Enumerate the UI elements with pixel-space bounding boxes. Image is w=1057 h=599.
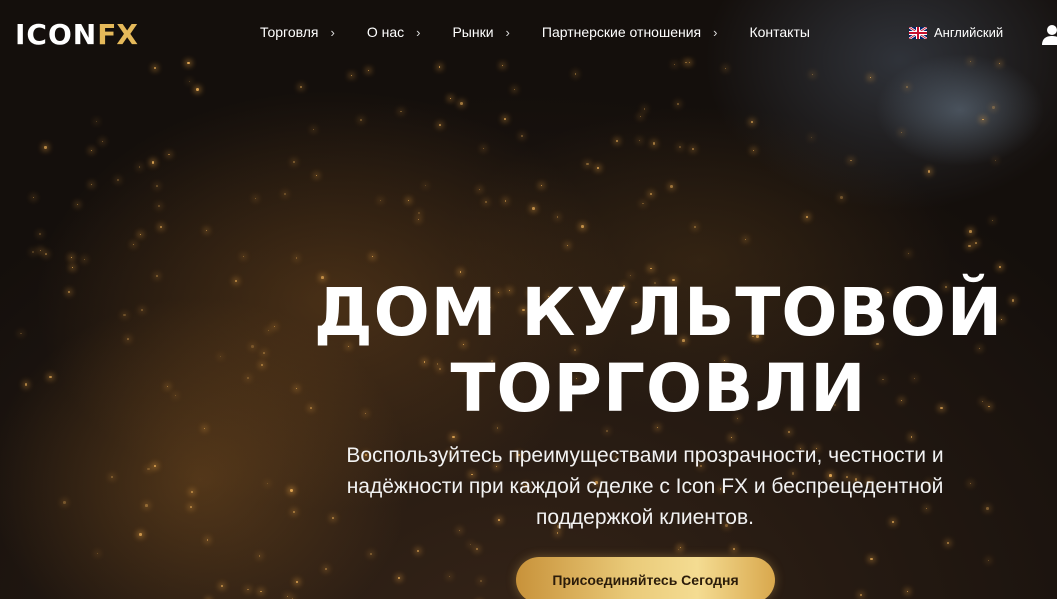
user-icon[interactable] [1040,22,1057,46]
chevron-right-icon: › [713,24,718,40]
nav-item-label: Торговля [260,24,319,40]
nav-item-partnerships[interactable]: Партнерские отношения › [542,24,718,40]
chevron-right-icon: › [416,24,421,40]
chevron-right-icon: › [330,24,335,40]
logo-text-icon: ICON [15,17,98,51]
iconfx-logo[interactable]: ICON FX [15,17,138,51]
nav-item-about[interactable]: О нас › [367,24,421,40]
nav-item-contacts[interactable]: Контакты [749,24,809,40]
hero-headline: ДОМ КУЛЬТОВОЙ ТОРГОВЛИ [0,275,1057,427]
main-nav: Торговля › О нас › Рынки › Партнерские о… [260,24,810,40]
nav-item-trading[interactable]: Торговля › [260,24,335,40]
headline-line-1: ДОМ КУЛЬТОВОЙ [313,274,1004,351]
language-label: Английский [934,25,1004,40]
join-today-button[interactable]: Присоединяйтесь Сегодня [516,557,775,599]
nav-item-label: Рынки [452,24,494,40]
nav-item-label: Партнерские отношения [541,24,702,40]
headline-line-2: ТОРГОВЛИ [450,350,867,427]
chevron-right-icon: › [505,24,510,40]
hero-subtitle: Воспользуйтесь преимуществами прозрачнос… [346,444,944,529]
language-selector[interactable]: Английский [909,25,1003,40]
nav-item-label: О нас [366,24,405,40]
nav-item-label: Контакты [749,24,810,40]
nav-item-markets[interactable]: Рынки › [452,24,509,40]
uk-flag-icon [909,26,927,39]
logo-text-fx: FX [97,17,138,51]
